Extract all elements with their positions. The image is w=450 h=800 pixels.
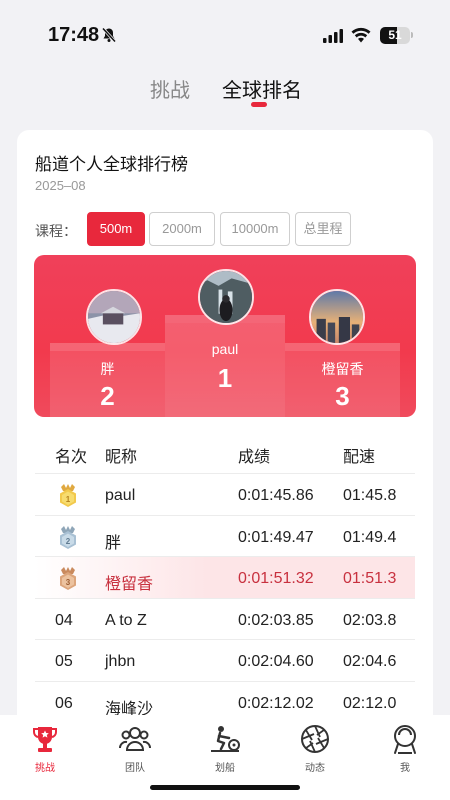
- table-row[interactable]: 04 A to Z 0:02:03.85 02:03.8: [35, 599, 415, 640]
- podium-name-second: 胖: [100, 361, 115, 377]
- signal-icon: [323, 29, 343, 43]
- row-pace: 02:12.0: [343, 694, 397, 712]
- row-rank: 04: [55, 611, 73, 629]
- ranking-table: 名次 昵称 成绩 配速 1 paul 0:01:45.86 01:45.8 2: [35, 430, 415, 723]
- row-name: jhbn: [105, 653, 136, 670]
- nav-rowing[interactable]: 划船: [195, 723, 255, 774]
- battery-icon: 51: [380, 27, 410, 44]
- row-rank: 06: [55, 694, 73, 712]
- active-tab-indicator: [251, 102, 267, 107]
- nav-challenge[interactable]: 挑战: [15, 723, 75, 774]
- nav-label: 动态: [305, 763, 325, 774]
- course-chip-10000m[interactable]: 10000m: [220, 212, 290, 246]
- avatar-second[interactable]: [86, 289, 142, 345]
- row-name: 橙留香: [105, 576, 154, 593]
- profile-icon: [394, 725, 416, 754]
- wifi-icon: [351, 27, 371, 43]
- avatar-third[interactable]: [309, 289, 365, 345]
- table-row[interactable]: 2 胖 0:01:49.47 01:49.4: [35, 516, 415, 557]
- row-rank: 05: [55, 653, 73, 670]
- row-score: 0:01:45.86: [238, 487, 314, 504]
- leaderboard-title: 船道个人全球排行榜: [35, 155, 188, 174]
- podium-name-first: paul: [211, 341, 239, 357]
- tab-global-ranking[interactable]: 全球排名: [222, 74, 302, 103]
- table-header: 名次 昵称 成绩 配速: [35, 430, 415, 474]
- nav-feed[interactable]: 动态: [285, 723, 345, 774]
- avatar-first[interactable]: [198, 269, 254, 325]
- header-rank: 名次: [55, 449, 88, 466]
- row-score: 0:02:03.85: [238, 611, 314, 629]
- battery-cap: [411, 32, 413, 38]
- home-indicator: [150, 785, 300, 790]
- silver-medal-icon: 2: [60, 525, 76, 549]
- trophy-icon: [33, 727, 57, 752]
- row-score: 0:02:12.02: [238, 694, 314, 712]
- battery-level: 51: [388, 28, 402, 42]
- leaderboard-date: 2025–08: [35, 178, 86, 193]
- top-tabs: 挑战 全球排名: [0, 70, 450, 110]
- row-name: paul: [105, 487, 136, 504]
- row-name: 胖: [105, 534, 122, 552]
- nav-label: 我: [400, 763, 410, 774]
- podium-rank-third: 3: [335, 381, 350, 411]
- row-score: 0:01:51.32: [238, 570, 314, 587]
- podium-rank-second: 2: [100, 381, 115, 411]
- row-name: A to Z: [105, 611, 147, 629]
- leaderboard-card: 船道个人全球排行榜 2025–08 课程： 500m 2000m 10000m …: [17, 130, 433, 730]
- rowing-icon: [211, 726, 240, 752]
- nav-label: 划船: [215, 763, 235, 774]
- course-chip-total[interactable]: 总里程: [295, 212, 351, 246]
- podium-rank-first: 1: [217, 363, 233, 393]
- nav-label: 团队: [125, 763, 145, 774]
- nav-team[interactable]: 团队: [105, 723, 165, 774]
- course-label: 课程：: [35, 223, 77, 239]
- tab-challenge[interactable]: 挑战: [150, 74, 190, 103]
- podium: 胖 2 paul 1 橙留香 3: [34, 255, 416, 417]
- status-time: 17:48: [48, 24, 100, 46]
- svg-text:2: 2: [66, 537, 71, 546]
- bronze-medal-icon: 3: [60, 567, 76, 590]
- row-pace: 01:51.3: [343, 570, 397, 587]
- row-pace: 02:03.8: [343, 611, 397, 629]
- bell-off-icon: [101, 27, 117, 43]
- table-row[interactable]: 1 paul 0:01:45.86 01:45.8: [35, 474, 415, 516]
- podium-name-third: 橙留香: [321, 361, 364, 377]
- team-icon: [119, 727, 151, 751]
- row-pace: 02:04.6: [343, 653, 397, 670]
- course-chip-500m[interactable]: 500m: [87, 212, 145, 246]
- aperture-icon: [301, 725, 329, 753]
- svg-text:1: 1: [66, 495, 71, 504]
- row-pace: 01:45.8: [343, 487, 397, 504]
- svg-text:3: 3: [66, 578, 71, 587]
- nav-profile[interactable]: 我: [375, 723, 435, 774]
- course-chip-2000m[interactable]: 2000m: [149, 212, 215, 246]
- row-score: 0:02:04.60: [238, 653, 314, 670]
- gold-medal-icon: 1: [60, 484, 76, 507]
- table-row[interactable]: 05 jhbn 0:02:04.60 02:04.6: [35, 640, 415, 682]
- row-pace: 01:49.4: [343, 528, 397, 546]
- row-score: 0:01:49.47: [238, 528, 314, 546]
- table-row-current-user[interactable]: 3 橙留香 0:01:51.32 01:51.3: [35, 557, 415, 599]
- header-score: 成绩: [238, 449, 271, 466]
- status-bar: 17:48 51: [0, 0, 450, 70]
- header-pace: 配速: [343, 449, 376, 466]
- header-name: 昵称: [105, 449, 138, 466]
- nav-label: 挑战: [35, 763, 55, 774]
